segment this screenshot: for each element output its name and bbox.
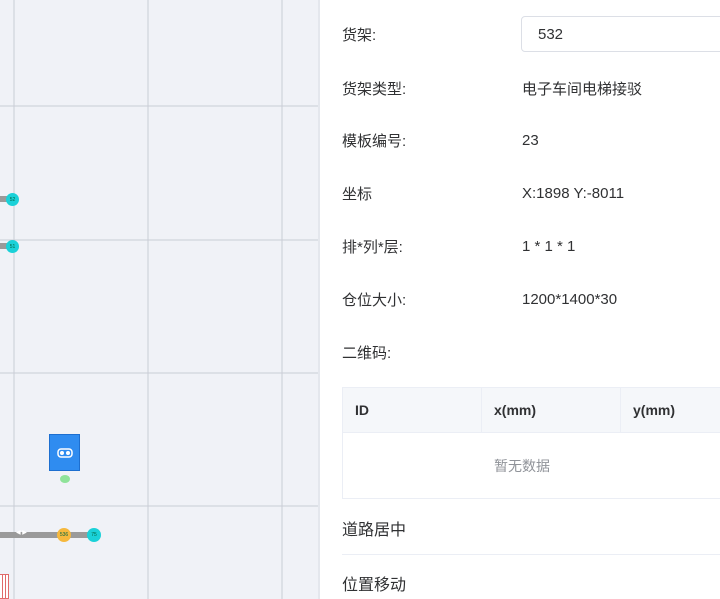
column-header-y[interactable]: y(mm): [621, 388, 720, 432]
node-label: 52: [9, 196, 16, 203]
qr-table: ID x(mm) y(mm) 暂无数据: [342, 387, 720, 499]
shelf-marker[interactable]: [0, 574, 9, 599]
qr-label: 二维码:: [342, 344, 392, 362]
device-icon: [56, 447, 73, 458]
node-52[interactable]: 52: [6, 193, 19, 206]
template-row: 模板编号: 23: [342, 125, 720, 155]
size-label: 仓位大小:: [342, 291, 407, 309]
node-label: 51: [9, 243, 16, 250]
layout-label: 排*列*层:: [342, 238, 403, 256]
map-canvas[interactable]: 52 51 ◀ ▶ 536 75: [0, 0, 318, 599]
node-51[interactable]: 51: [6, 240, 19, 253]
map-grid: [0, 0, 318, 599]
column-header-id[interactable]: ID: [343, 388, 482, 432]
column-header-x[interactable]: x(mm): [482, 388, 621, 432]
size-row: 仓位大小: 1200*1400*30: [342, 284, 720, 314]
template-label: 模板编号:: [342, 132, 407, 150]
coord-label: 坐标: [342, 185, 373, 203]
layout-value: 1 * 1 * 1: [522, 237, 576, 255]
section-divider: [342, 554, 720, 555]
table-header: ID x(mm) y(mm): [343, 388, 720, 433]
type-label: 货架类型:: [342, 80, 407, 98]
track-direction-arrows: ◀ ▶: [16, 530, 27, 536]
qr-row: 二维码:: [342, 337, 720, 367]
road-center-section[interactable]: 道路居中: [342, 516, 406, 540]
shelf-input[interactable]: 532: [521, 16, 720, 52]
size-value: 1200*1400*30: [522, 290, 618, 308]
type-value: 电子车间电梯接驳: [522, 80, 643, 98]
device-station[interactable]: [49, 434, 80, 471]
device-status-dot: [60, 475, 70, 483]
shelf-label: 货架:: [342, 26, 377, 44]
type-row: 货架类型: 电子车间电梯接驳: [342, 73, 720, 103]
shelf-input-value: 532: [538, 25, 564, 43]
node-label: 536: [59, 532, 69, 538]
node-label: 75: [91, 532, 97, 538]
node-536[interactable]: 536: [57, 528, 71, 542]
node-75[interactable]: 75: [87, 528, 101, 542]
layout-row: 排*列*层: 1 * 1 * 1: [342, 231, 720, 261]
track-segment-bottom: ◀ ▶: [0, 530, 92, 538]
coord-value: X:1898 Y:-8011: [522, 184, 625, 202]
coord-row: 坐标 X:1898 Y:-8011: [342, 178, 720, 208]
template-value: 23: [522, 131, 539, 149]
shelf-detail-panel: 货架: 532 货架类型: 电子车间电梯接驳 模板编号: 23 坐标 X:189…: [320, 0, 720, 599]
position-move-section[interactable]: 位置移动: [342, 571, 406, 595]
table-empty-text: 暂无数据: [494, 458, 550, 474]
